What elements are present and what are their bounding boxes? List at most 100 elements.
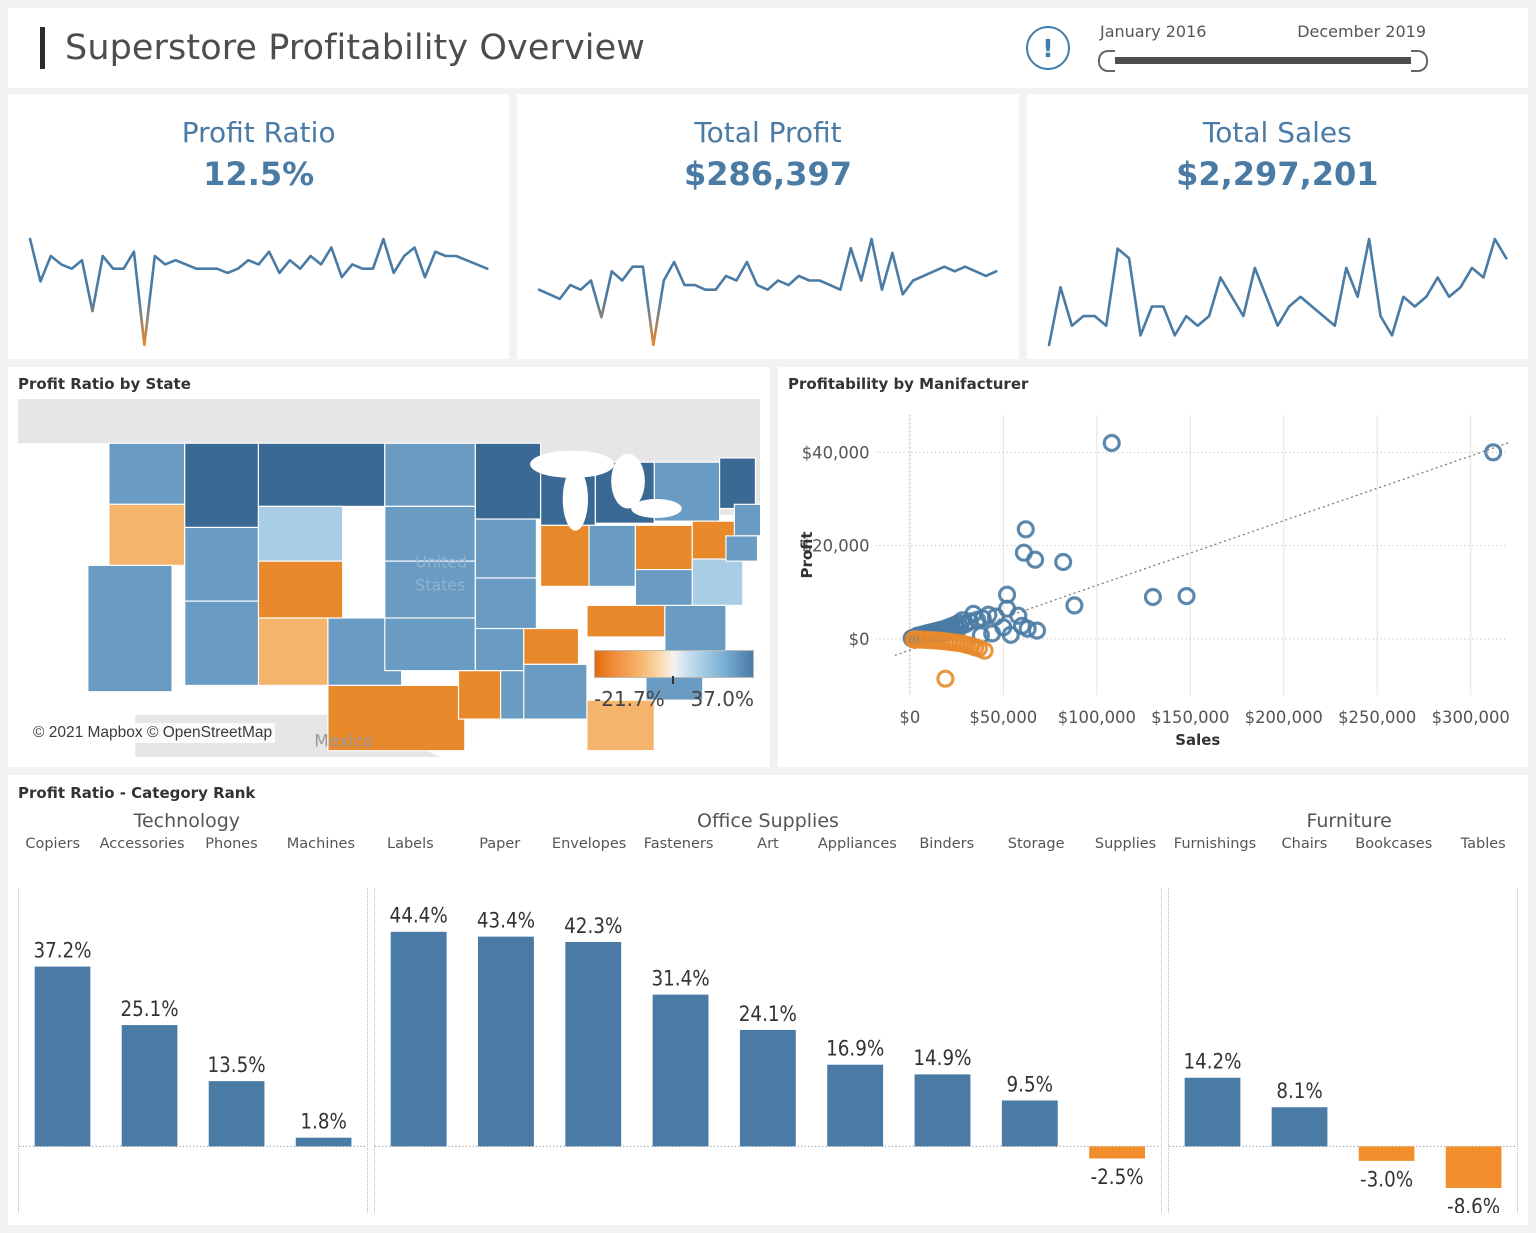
bar-group-office-supplies[interactable]: 44.4% 43.4% 42.3% 31.4% 24.1% 16.9% 14.9% 9.5% -…	[374, 888, 1162, 1213]
subcategory-headers: CopiersAccessoriesPhonesMachinesLabelsPa…	[8, 836, 1528, 852]
svg-text:1.8%: 1.8%	[300, 1109, 346, 1134]
legend-labels: -21.7% 37.0%	[594, 687, 754, 711]
svg-text:$0: $0	[899, 708, 920, 727]
legend-max-label: 37.0%	[690, 687, 754, 711]
slider-handle-right[interactable]	[1411, 50, 1428, 72]
svg-text:37.2%: 37.2%	[33, 938, 91, 963]
dashboard-root: Superstore Profitability Overview ! Janu…	[0, 0, 1536, 1233]
kpi-card-total-sales[interactable]: Total Sales $2,297,201	[1027, 94, 1528, 359]
middle-row: Profit Ratio by State United States Mexico…	[8, 367, 1528, 767]
svg-text:$150,000: $150,000	[1151, 708, 1229, 727]
date-range-end-label: December 2019	[1297, 22, 1426, 41]
bar-chart-area[interactable]: 37.2% 25.1% 13.5% 1.8% 44.4% 43.4% 42.3% 31.4% 2…	[18, 888, 1518, 1213]
bar-group-furniture[interactable]: 14.2% 8.1% -3.0% -8.6%	[1168, 888, 1518, 1213]
category-rank-title: Profit Ratio - Category Rank	[8, 775, 1528, 804]
map-color-legend: -21.7% 37.0%	[594, 650, 754, 711]
svg-text:43.4%: 43.4%	[477, 908, 535, 933]
svg-text:-3.0%: -3.0%	[1360, 1167, 1413, 1192]
svg-text:$0: $0	[849, 630, 870, 649]
category-group-label-furniture: Furniture	[1170, 810, 1528, 832]
map-attribution: © 2021 Mapbox © OpenStreetMap	[30, 723, 275, 743]
svg-text:13.5%: 13.5%	[208, 1053, 266, 1078]
page-title: Superstore Profitability Overview	[65, 28, 645, 68]
svg-text:8.1%: 8.1%	[1276, 1079, 1322, 1104]
slider-track-wrap[interactable]	[1098, 48, 1428, 74]
subcategory-label-art[interactable]: Art	[723, 836, 812, 852]
svg-text:9.5%: 9.5%	[1007, 1072, 1054, 1097]
subcategory-label-appliances[interactable]: Appliances	[813, 836, 902, 852]
map-panel[interactable]: Profit Ratio by State United States Mexico…	[8, 367, 770, 767]
subcategory-label-envelopes[interactable]: Envelopes	[544, 836, 633, 852]
category-group-label-office-supplies: Office Supplies	[366, 810, 1171, 832]
subcategory-label-phones[interactable]: Phones	[187, 836, 276, 852]
subcategory-label-labels[interactable]: Labels	[366, 836, 455, 852]
profit-ratio-sparkline	[8, 219, 509, 359]
svg-text:14.9%: 14.9%	[914, 1046, 972, 1071]
slider-handle-left[interactable]	[1098, 50, 1115, 72]
kpi-value: $286,397	[517, 155, 1018, 193]
subcategory-label-copiers[interactable]: Copiers	[8, 836, 97, 852]
subcategory-label-machines[interactable]: Machines	[276, 836, 365, 852]
svg-text:24.1%: 24.1%	[739, 1001, 797, 1026]
legend-zero-tick	[672, 676, 674, 684]
subcategory-label-binders[interactable]: Binders	[902, 836, 991, 852]
svg-text:Sales: Sales	[1175, 731, 1220, 749]
svg-text:-2.5%: -2.5%	[1091, 1165, 1144, 1190]
subcategory-label-furnishings[interactable]: Furnishings	[1170, 836, 1259, 852]
svg-text:-8.6%: -8.6%	[1447, 1194, 1500, 1213]
category-group-headers: TechnologyOffice SuppliesFurniture	[8, 810, 1528, 832]
svg-text:16.9%: 16.9%	[826, 1036, 884, 1061]
svg-text:25.1%: 25.1%	[121, 997, 179, 1022]
subcategory-label-fasteners[interactable]: Fasteners	[634, 836, 723, 852]
svg-text:$250,000: $250,000	[1338, 708, 1416, 727]
category-rank-panel[interactable]: Profit Ratio - Category Rank TechnologyO…	[8, 775, 1528, 1225]
category-group-label-technology: Technology	[8, 810, 366, 832]
subcategory-label-chairs[interactable]: Chairs	[1260, 836, 1349, 852]
total-profit-sparkline	[517, 219, 1018, 359]
scatter-plot[interactable]: $0$20,000$40,000$0$50,000$100,000$150,00…	[778, 397, 1528, 767]
svg-text:42.3%: 42.3%	[564, 914, 622, 939]
exclamation-circle-icon[interactable]: !	[1026, 26, 1070, 70]
svg-text:14.2%: 14.2%	[1183, 1049, 1241, 1074]
header-controls: ! January 2016 December 2019	[1026, 22, 1528, 74]
kpi-card-profit-ratio[interactable]: Profit Ratio 12.5%	[8, 94, 509, 359]
date-range-start-label: January 2016	[1100, 22, 1206, 41]
subcategory-label-storage[interactable]: Storage	[991, 836, 1080, 852]
map-title: Profit Ratio by State	[8, 367, 770, 399]
svg-text:Mexico: Mexico	[314, 730, 373, 750]
subcategory-label-paper[interactable]: Paper	[455, 836, 544, 852]
title-block: Superstore Profitability Overview	[8, 27, 645, 69]
total-sales-sparkline	[1027, 219, 1528, 359]
bar-group-technology[interactable]: 37.2% 25.1% 13.5% 1.8%	[18, 888, 368, 1213]
svg-text:44.4%: 44.4%	[390, 903, 448, 928]
svg-text:$50,000: $50,000	[969, 708, 1037, 727]
svg-text:Profit: Profit	[798, 532, 816, 579]
svg-text:States: States	[415, 576, 465, 595]
subcategory-label-supplies[interactable]: Supplies	[1081, 836, 1170, 852]
legend-min-label: -21.7%	[594, 687, 665, 711]
scatter-panel[interactable]: Profitability by Manifacturer $0$20,000$…	[778, 367, 1528, 767]
kpi-row: Profit Ratio 12.5% Total Profit $286,397…	[8, 94, 1528, 359]
kpi-title: Total Sales	[1027, 116, 1528, 150]
svg-text:United: United	[415, 552, 467, 571]
svg-text:$100,000: $100,000	[1058, 708, 1136, 727]
kpi-title: Total Profit	[517, 116, 1018, 150]
legend-gradient-bar	[594, 650, 754, 678]
date-range-slider[interactable]: January 2016 December 2019	[1098, 22, 1428, 74]
svg-text:31.4%: 31.4%	[652, 966, 710, 991]
subcategory-label-bookcases[interactable]: Bookcases	[1349, 836, 1438, 852]
kpi-value: $2,297,201	[1027, 155, 1528, 193]
kpi-title: Profit Ratio	[8, 116, 509, 150]
scatter-title: Profitability by Manifacturer	[778, 367, 1528, 399]
subcategory-label-tables[interactable]: Tables	[1439, 836, 1528, 852]
dashboard-header: Superstore Profitability Overview ! Janu…	[8, 8, 1528, 88]
subcategory-label-accessories[interactable]: Accessories	[97, 836, 186, 852]
svg-text:$300,000: $300,000	[1432, 708, 1510, 727]
date-range-labels: January 2016 December 2019	[1098, 22, 1428, 41]
slider-track[interactable]	[1106, 57, 1420, 64]
title-accent-bar	[40, 27, 45, 69]
kpi-card-total-profit[interactable]: Total Profit $286,397	[517, 94, 1018, 359]
kpi-value: 12.5%	[8, 155, 509, 193]
svg-text:$40,000: $40,000	[802, 443, 870, 462]
svg-text:$200,000: $200,000	[1245, 708, 1323, 727]
